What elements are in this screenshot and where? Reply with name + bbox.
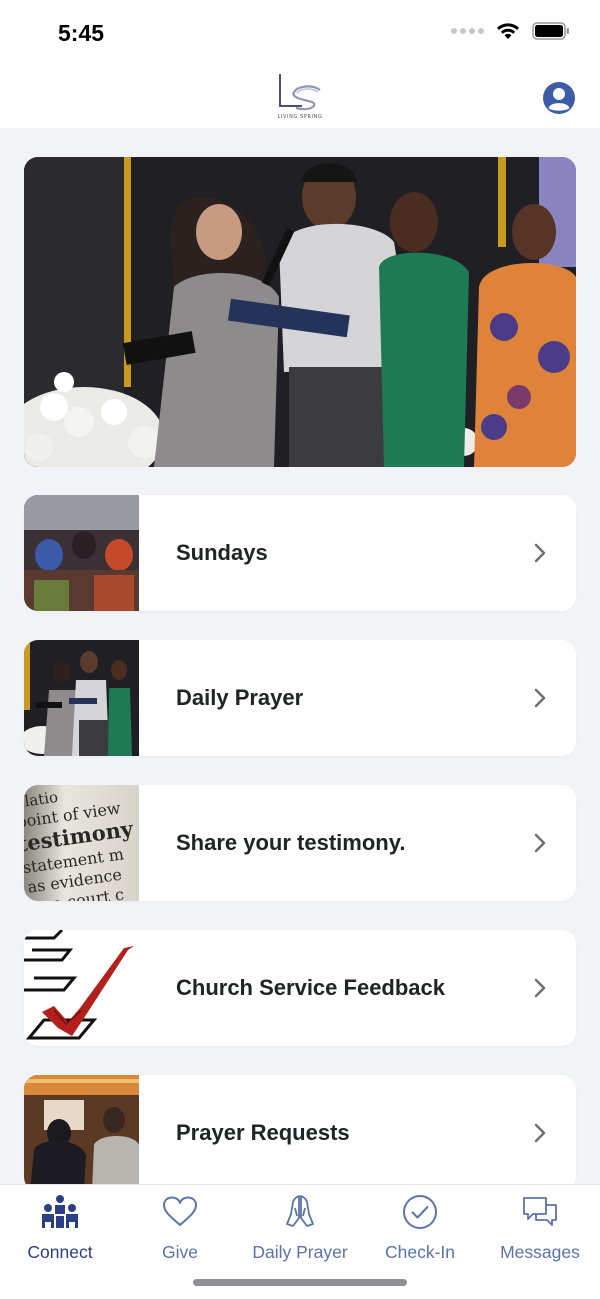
tab-connect[interactable]: Connect	[0, 1185, 120, 1265]
signal-dots-icon	[451, 28, 484, 34]
tab-check-in[interactable]: Check-In	[360, 1185, 480, 1265]
menu-card-prayer-requests[interactable]: Prayer Requests	[24, 1075, 576, 1184]
menu-card-label: Daily Prayer	[176, 685, 304, 710]
daily-prayer-thumbnail	[24, 640, 139, 756]
prayer-requests-thumbnail	[24, 1075, 139, 1184]
tab-messages[interactable]: Messages	[480, 1185, 600, 1265]
battery-icon	[532, 22, 569, 40]
people-icon	[42, 1195, 78, 1228]
chevron-right-icon	[534, 833, 546, 853]
tab-label: Connect	[27, 1242, 93, 1262]
status-bar: 5:45	[0, 0, 600, 64]
chevron-right-icon	[534, 688, 546, 708]
menu-card-daily-prayer[interactable]: Daily Prayer	[24, 640, 576, 756]
living-spring-logo: LIVING SPRING	[272, 68, 328, 124]
profile-button[interactable]	[542, 81, 576, 115]
status-time: 5:45	[58, 20, 105, 46]
sundays-thumbnail	[24, 495, 139, 611]
status-indicators	[451, 22, 570, 40]
tab-label: Messages	[500, 1242, 580, 1262]
home-content[interactable]: Sundays Daily Prayer elatio point of vie…	[0, 128, 600, 1184]
menu-card-label: Share your testimony.	[176, 830, 406, 855]
testimony-thumbnail: elatio point of view testimony statement…	[24, 785, 139, 901]
home-indicator[interactable]	[193, 1279, 407, 1286]
heart-icon	[162, 1196, 198, 1227]
profile-icon	[543, 82, 575, 114]
wifi-icon	[497, 23, 519, 39]
check-circle-icon	[403, 1195, 437, 1229]
chevron-right-icon	[534, 543, 546, 563]
logo-text: LIVING SPRING	[277, 114, 323, 120]
hero-image	[24, 157, 576, 467]
praying-hands-icon	[286, 1195, 314, 1227]
menu-card-label: Church Service Feedback	[176, 975, 446, 1000]
tab-label: Check-In	[384, 1242, 456, 1262]
chevron-right-icon	[534, 1123, 546, 1143]
menu-card-feedback[interactable]: Church Service Feedback	[24, 930, 576, 1046]
tab-label: Daily Prayer	[252, 1242, 348, 1262]
chevron-right-icon	[534, 978, 546, 998]
chat-bubbles-icon	[523, 1197, 557, 1226]
menu-card-label: Sundays	[176, 540, 268, 565]
menu-card-testimony[interactable]: elatio point of view testimony statement…	[24, 785, 576, 901]
tab-label: Give	[162, 1242, 198, 1262]
feedback-thumbnail	[24, 930, 139, 1046]
menu-card-sundays[interactable]: Sundays	[24, 495, 576, 611]
tab-daily-prayer[interactable]: Daily Prayer	[240, 1185, 360, 1265]
tab-give[interactable]: Give	[120, 1185, 240, 1265]
menu-card-label: Prayer Requests	[176, 1120, 350, 1145]
app-header: LIVING SPRING	[0, 64, 600, 128]
